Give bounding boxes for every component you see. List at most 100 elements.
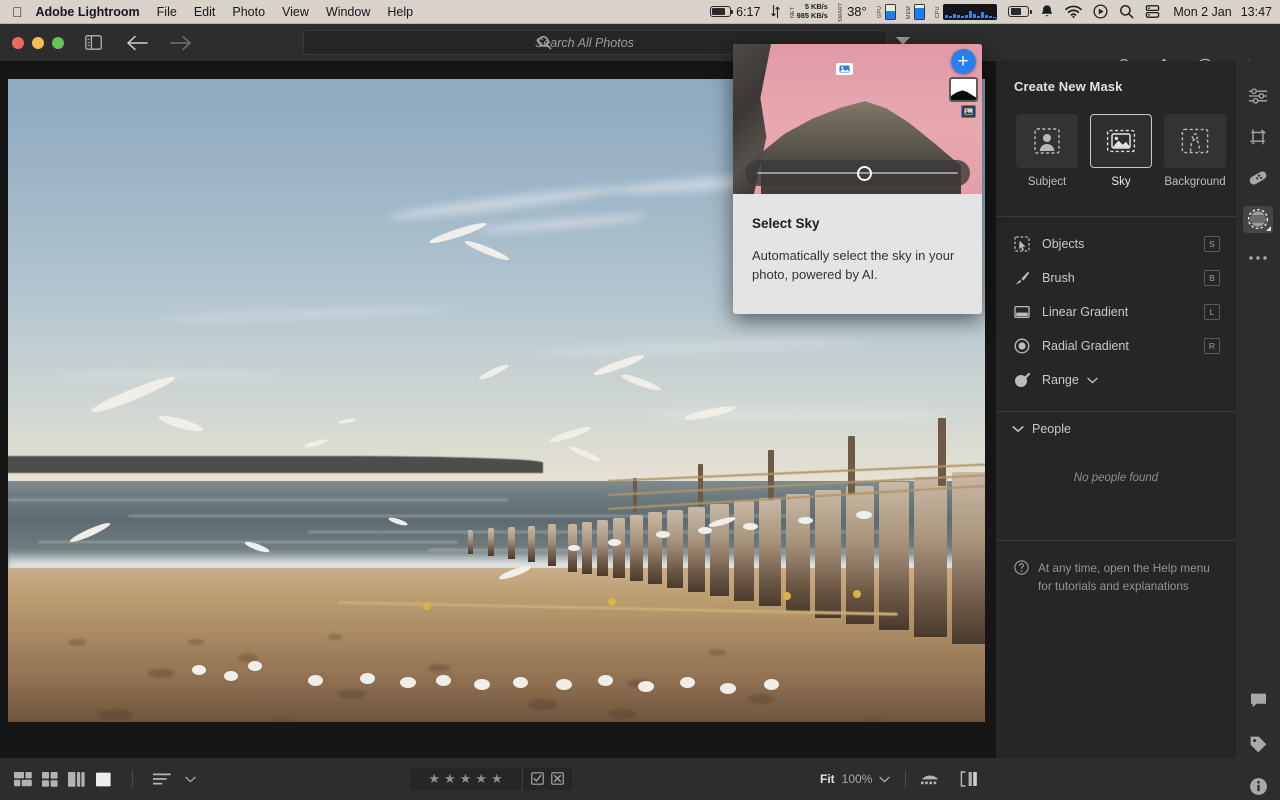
temperature-label: SMART [839,4,844,20]
menu-bar-clock[interactable]: 13:47 [1241,5,1272,19]
masking-icon[interactable] [1243,206,1273,233]
comments-icon[interactable] [1243,687,1273,714]
more-options-icon[interactable] [1243,245,1273,272]
add-mask-button[interactable]: + [951,49,976,74]
bell-icon[interactable] [1040,0,1054,24]
temperature-indicator[interactable]: SMART 38° [839,0,867,24]
people-section-header[interactable]: People [996,412,1236,446]
wifi-icon[interactable] [1065,0,1082,24]
star-icon[interactable]: ★ [444,771,456,787]
bottom-toolbar: ★ ★ ★ ★ ★ Fit 100% [0,758,1236,800]
chevron-down-icon[interactable] [1087,377,1098,384]
chevron-down-icon[interactable] [879,776,890,783]
menu-bar-date[interactable]: Mon 2 Jan [1173,5,1231,19]
search-icon [537,35,552,55]
forward-arrow-icon[interactable] [170,35,192,51]
mask-tool-label: Brush [1042,271,1075,285]
mask-tool-shortcut: R [1204,338,1220,354]
mask-tile-label: Sky [1090,176,1152,188]
gpu-label: GPU [878,4,883,20]
flag-pick-icon[interactable] [531,772,544,786]
mask-tile-background[interactable]: Background [1164,114,1226,188]
healing-brush-icon[interactable] [1243,165,1273,192]
cpu-indicator[interactable]: CPU [936,0,997,24]
people-label: People [1032,422,1071,436]
mask-tile-sky[interactable]: Sky [1090,114,1152,188]
keyword-tag-icon[interactable] [1243,730,1273,757]
filmstrip-toggle-icon[interactable] [920,772,940,786]
sidebar-toggle-icon[interactable] [85,35,102,50]
display-arrangement-icon[interactable] [1145,0,1160,24]
control-center-icon[interactable] [1093,0,1108,24]
back-arrow-icon[interactable] [126,35,148,51]
star-icon[interactable]: ★ [428,771,440,787]
network-speed-indicator[interactable]: NET 5 KB/s 985 KB/s [791,0,827,24]
sky-mask-icon-chip[interactable] [961,105,976,118]
battery-status[interactable]: 6:17 [710,0,760,24]
sky-mask-icon [836,63,853,75]
flag-reject-icon[interactable] [551,772,564,786]
chevron-down-icon[interactable] [185,776,196,783]
window-controls [0,37,64,49]
panel-title: Create New Mask [996,61,1236,94]
menu-item-photo[interactable]: Photo [232,5,282,19]
menu-item-help[interactable]: Help [387,5,430,19]
star-icon[interactable]: ★ [475,771,487,787]
chevron-down-icon [1012,425,1024,433]
popover-opacity-slider[interactable] [745,160,970,186]
star-icon[interactable]: ★ [460,771,472,787]
menu-app-name[interactable]: Adobe Lightroom [36,5,157,19]
edit-sliders-icon[interactable] [1243,83,1273,110]
memory-label: MEM [907,4,912,20]
gpu-gauge-icon [885,4,896,20]
menu-item-view[interactable]: View [282,5,326,19]
mask-tool-label: Range [1042,373,1079,387]
help-hint-line1: At any time, open the Help menu [1038,561,1210,575]
select-sky-popover[interactable]: + Select Sky Automatically select the sk… [733,44,982,314]
zoom-control[interactable]: Fit 100% [820,772,890,786]
detail-view-icon[interactable] [14,772,32,787]
star-icon[interactable]: ★ [491,771,503,787]
mask-tool-radial-gradient[interactable]: Radial Gradient R [996,329,1236,363]
network-arrows-icon[interactable] [771,0,780,24]
menu-item-file[interactable]: File [157,5,194,19]
battery-percentage-icon[interactable] [1008,0,1029,24]
toolbar-divider [132,770,133,788]
sort-icon[interactable] [153,773,171,786]
mask-tool-brush[interactable]: Brush B [996,261,1236,295]
gpu-indicator[interactable]: GPU [878,0,896,24]
menu-item-window[interactable]: Window [326,5,387,19]
memory-indicator[interactable]: MEM [907,0,925,24]
compare-view-icon[interactable] [68,772,85,787]
minimize-button[interactable] [32,37,44,49]
before-after-icon[interactable] [960,771,978,787]
help-hint-line2: for tutorials and explanations [1038,579,1189,593]
grid-view-icon[interactable] [42,772,58,787]
close-button[interactable] [12,37,24,49]
single-photo-icon[interactable] [95,772,112,787]
crop-icon[interactable] [1243,124,1273,151]
sky-mask-thumbnail[interactable] [949,77,978,102]
mask-tile-label: Background [1164,176,1226,188]
zoom-fit-label[interactable]: Fit [820,772,835,786]
popover-preview-image: + [733,44,982,194]
mask-tile-label: Subject [1016,176,1078,188]
cpu-history-graph-icon [943,4,997,20]
zoom-button[interactable] [52,37,64,49]
mask-tool-objects[interactable]: Objects S [996,227,1236,261]
apple-logo-icon[interactable]:  [0,5,36,19]
spotlight-search-icon[interactable] [1119,0,1134,24]
mask-tool-linear-gradient[interactable]: Linear Gradient L [996,295,1236,329]
info-icon[interactable] [1243,773,1273,800]
linear-gradient-icon [1014,304,1036,320]
mask-tile-subject[interactable]: Subject [1016,114,1078,188]
brush-icon [1014,270,1036,286]
slider-knob[interactable] [857,166,872,181]
zoom-percent-label[interactable]: 100% [842,772,873,786]
star-rating-control[interactable]: ★ ★ ★ ★ ★ [410,768,521,790]
menu-item-edit[interactable]: Edit [194,5,233,19]
range-mask-icon [1014,372,1036,388]
mask-tool-range[interactable]: Range [996,363,1236,397]
temperature-value: 38° [847,4,867,19]
popover-title: Select Sky [752,216,963,231]
